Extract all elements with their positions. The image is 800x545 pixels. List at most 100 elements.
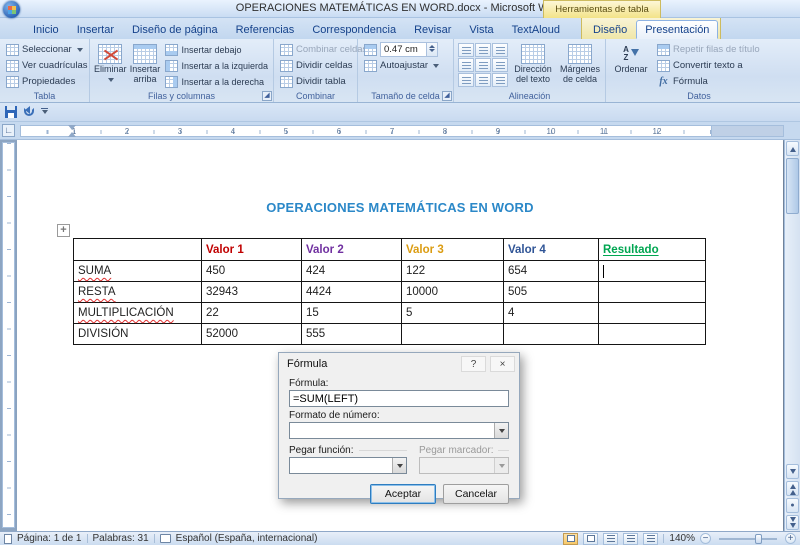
zoom-in-button[interactable]: + [785,533,796,544]
table-cell[interactable]: SUMA [73,260,202,282]
tab-selector-button[interactable]: ∟ [2,124,15,137]
insert-left-button[interactable]: Insertar a la izquierda [163,58,270,73]
cell-margins-button[interactable]: Márgenes de celda [558,42,602,89]
office-button[interactable] [3,1,20,18]
print-layout-view-button[interactable] [563,532,579,545]
scroll-thumb[interactable] [786,158,799,214]
dropdown-button[interactable] [494,423,508,438]
dialog-launcher-tamano[interactable]: ◢ [442,91,452,101]
table-cell[interactable]: Valor 1 [201,238,302,261]
next-page-button[interactable] [786,515,799,530]
table-cell[interactable]: 5 [401,302,504,324]
scroll-down-button[interactable] [786,464,799,479]
table-cell[interactable] [598,302,706,324]
scroll-up-button[interactable] [786,141,799,156]
left-indent-marker[interactable] [68,128,76,137]
table-cell[interactable] [598,260,706,282]
table-cell[interactable]: MULTIPLICACIÓN [73,302,202,324]
align-top-center-button[interactable] [475,43,491,57]
table-cell[interactable] [503,323,599,345]
zoom-level[interactable]: 140% [669,533,695,544]
align-center-right-button[interactable] [492,58,508,72]
tab-referencias[interactable]: Referencias [227,20,304,39]
customize-quick-access-button[interactable] [41,107,48,117]
zoom-out-button[interactable]: − [700,533,711,544]
document-heading[interactable]: OPERACIONES MATEMÁTICAS EN WORD [17,200,783,215]
dropdown-button[interactable] [392,458,406,473]
tab-vista[interactable]: Vista [460,20,502,39]
table-cell[interactable]: 450 [201,260,302,282]
autofit-button[interactable]: Autoajustar [362,58,441,73]
table-cell[interactable]: Valor 3 [401,238,504,261]
dialog-close-button[interactable]: × [490,355,515,372]
table-cell[interactable]: 4424 [301,281,402,303]
spellcheck-icon[interactable] [159,534,171,543]
tab-diseno-de-pagina[interactable]: Diseño de página [123,20,227,39]
align-bottom-left-button[interactable] [458,73,474,87]
convert-to-text-button[interactable]: Convertir texto a [655,58,762,73]
align-bottom-center-button[interactable] [475,73,491,87]
table-cell[interactable]: 10000 [401,281,504,303]
table-cell[interactable]: Valor 2 [301,238,402,261]
table-cell[interactable]: 505 [503,281,599,303]
table-cell[interactable]: 424 [301,260,402,282]
accept-button[interactable]: Aceptar [370,484,436,504]
vertical-scrollbar[interactable]: ● [784,140,800,531]
fullscreen-view-button[interactable] [583,532,599,545]
tab-correspondencia[interactable]: Correspondencia [303,20,405,39]
delete-button[interactable]: Eliminar [94,42,127,89]
table-properties-button[interactable]: Propiedades [4,74,89,89]
tab-inicio[interactable]: Inicio [24,20,68,39]
table-cell[interactable]: 32943 [201,281,302,303]
tab-insertar[interactable]: Insertar [68,20,123,39]
horizontal-ruler[interactable]: 1 2 3 4 5 6 7 8 9 10 11 12 [20,125,712,137]
align-top-left-button[interactable] [458,43,474,57]
table-cell[interactable]: 122 [401,260,504,282]
dialog-launcher-filas[interactable]: ◢ [262,91,272,101]
outline-view-button[interactable] [623,532,639,545]
table-cell[interactable]: 555 [301,323,402,345]
table-cell[interactable]: Resultado [598,238,706,261]
align-center-button[interactable] [475,58,491,72]
table-cell[interactable]: 52000 [201,323,302,345]
table-cell[interactable] [598,323,706,345]
table-cell[interactable]: DIVISIÓN [73,323,202,345]
undo-icon[interactable] [24,106,34,116]
align-center-left-button[interactable] [458,58,474,72]
spinner-steppers[interactable] [426,43,437,56]
language-indicator[interactable]: Español (España, internacional) [176,533,318,544]
draft-view-button[interactable] [643,532,659,545]
split-cells-button[interactable]: Dividir celdas [278,58,369,73]
text-direction-button[interactable]: Dirección del texto [511,42,555,89]
sort-button[interactable]: AZ Ordenar [610,42,652,89]
number-format-select[interactable] [289,422,509,439]
table-move-handle[interactable]: + [57,224,70,237]
cancel-button[interactable]: Cancelar [443,484,509,504]
table-cell[interactable]: RESTA [73,281,202,303]
table-cell[interactable]: 4 [503,302,599,324]
select-browse-object-button[interactable]: ● [786,498,799,513]
web-layout-view-button[interactable] [603,532,619,545]
zoom-slider[interactable] [719,533,777,544]
merge-cells-button[interactable]: Combinar celdas [278,42,369,57]
table-cell[interactable]: 15 [301,302,402,324]
select-table-button[interactable]: Seleccionar [4,42,89,57]
row-height-spinner[interactable]: 0.47 cm [380,42,438,57]
insert-above-button[interactable]: Insertar arriba [130,42,161,89]
table-cell[interactable]: 654 [503,260,599,282]
insert-below-button[interactable]: Insertar debajo [163,42,270,57]
split-table-button[interactable]: Dividir tabla [278,74,369,89]
dialog-title-bar[interactable]: Fórmula ? × [279,353,519,374]
tab-textaloud[interactable]: TextAloud [503,20,569,39]
save-icon[interactable] [5,106,17,118]
zoom-slider-thumb[interactable] [755,533,762,544]
formula-input[interactable] [289,390,509,407]
table-cell[interactable] [598,281,706,303]
table-cell[interactable] [401,323,504,345]
dialog-help-button[interactable]: ? [461,355,486,372]
vertical-ruler[interactable] [2,142,15,528]
tab-diseno-tabla[interactable]: Diseño [584,20,636,39]
formula-button[interactable]: fx Fórmula [655,74,762,89]
table-cell[interactable] [73,238,202,261]
paste-function-select[interactable] [289,457,407,474]
